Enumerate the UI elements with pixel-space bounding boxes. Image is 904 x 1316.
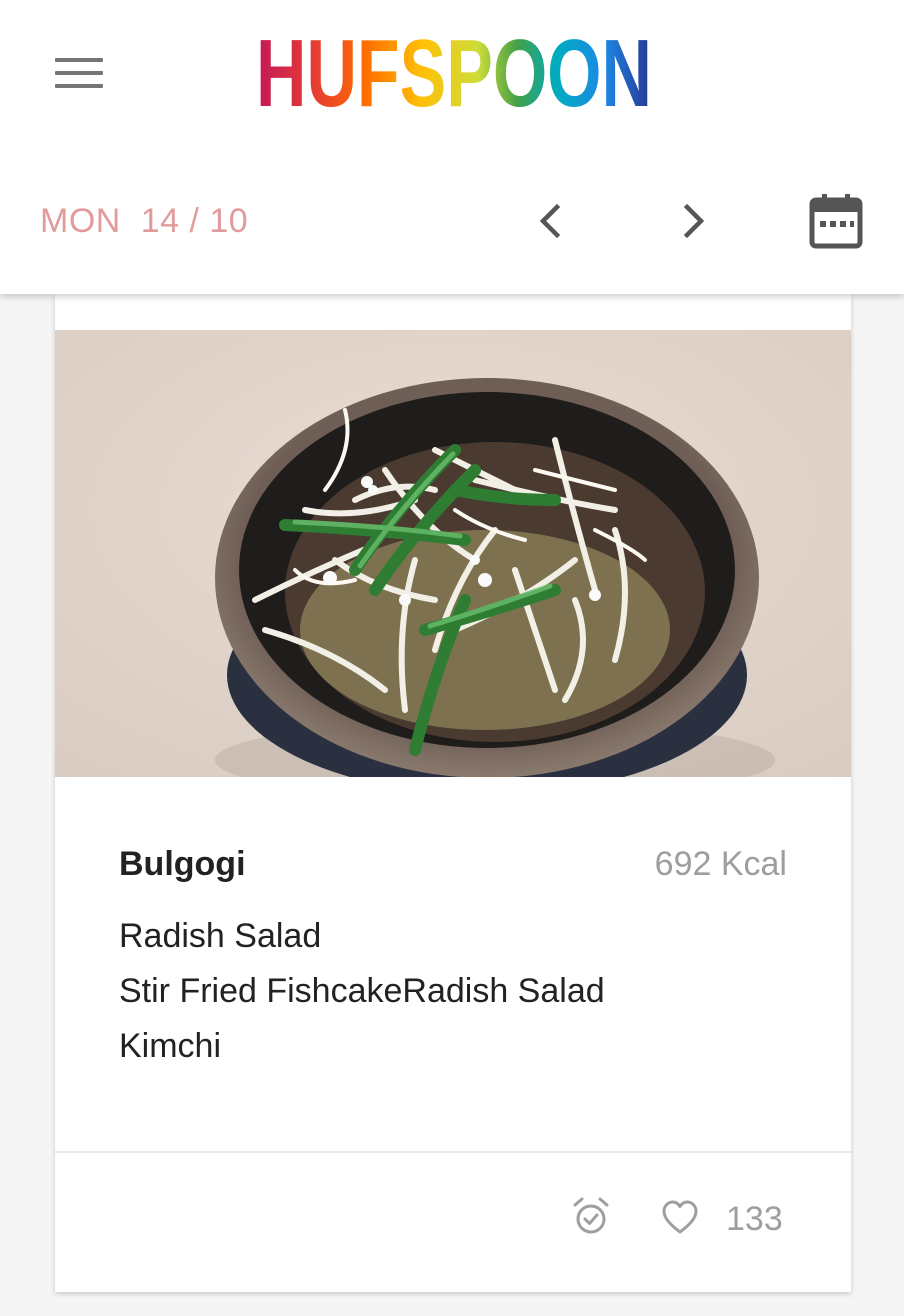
chevron-right-icon bbox=[683, 203, 705, 239]
app-logo: HUFSPOON bbox=[256, 30, 652, 112]
app-header: HUFSPOON MON 14 / 10 bbox=[0, 0, 904, 294]
date-day: MON bbox=[40, 202, 121, 240]
calendar-icon bbox=[809, 194, 863, 249]
chevron-left-icon bbox=[539, 203, 561, 239]
svg-text:HUFSPOON: HUFSPOON bbox=[256, 30, 652, 112]
side-dish-item: Stir Fried FishcakeRadish Salad bbox=[119, 972, 605, 1010]
next-day-button[interactable] bbox=[668, 196, 718, 246]
alarm-check-icon bbox=[573, 1197, 609, 1234]
date-value: 14 / 10 bbox=[140, 202, 249, 240]
calendar-button[interactable] bbox=[806, 190, 866, 252]
calorie-count: 692 Kcal bbox=[654, 845, 787, 883]
alarm-button[interactable] bbox=[570, 1196, 612, 1238]
current-date: MON 14 / 10 bbox=[40, 196, 248, 246]
heart-outline-icon bbox=[662, 1200, 698, 1234]
prev-day-button[interactable] bbox=[526, 196, 576, 246]
hamburger-menu-icon[interactable] bbox=[50, 50, 108, 96]
main-dish-name: Bulgogi bbox=[119, 845, 246, 883]
like-count: 133 bbox=[726, 1200, 783, 1238]
side-dish-list: Radish Salad Stir Fried FishcakeRadish S… bbox=[119, 912, 605, 1077]
side-dish-item: Radish Salad bbox=[119, 917, 322, 955]
card-divider bbox=[55, 1151, 851, 1153]
side-dish-item: Kimchi bbox=[119, 1027, 222, 1065]
like-button[interactable] bbox=[658, 1196, 702, 1238]
meal-photo bbox=[55, 330, 851, 777]
